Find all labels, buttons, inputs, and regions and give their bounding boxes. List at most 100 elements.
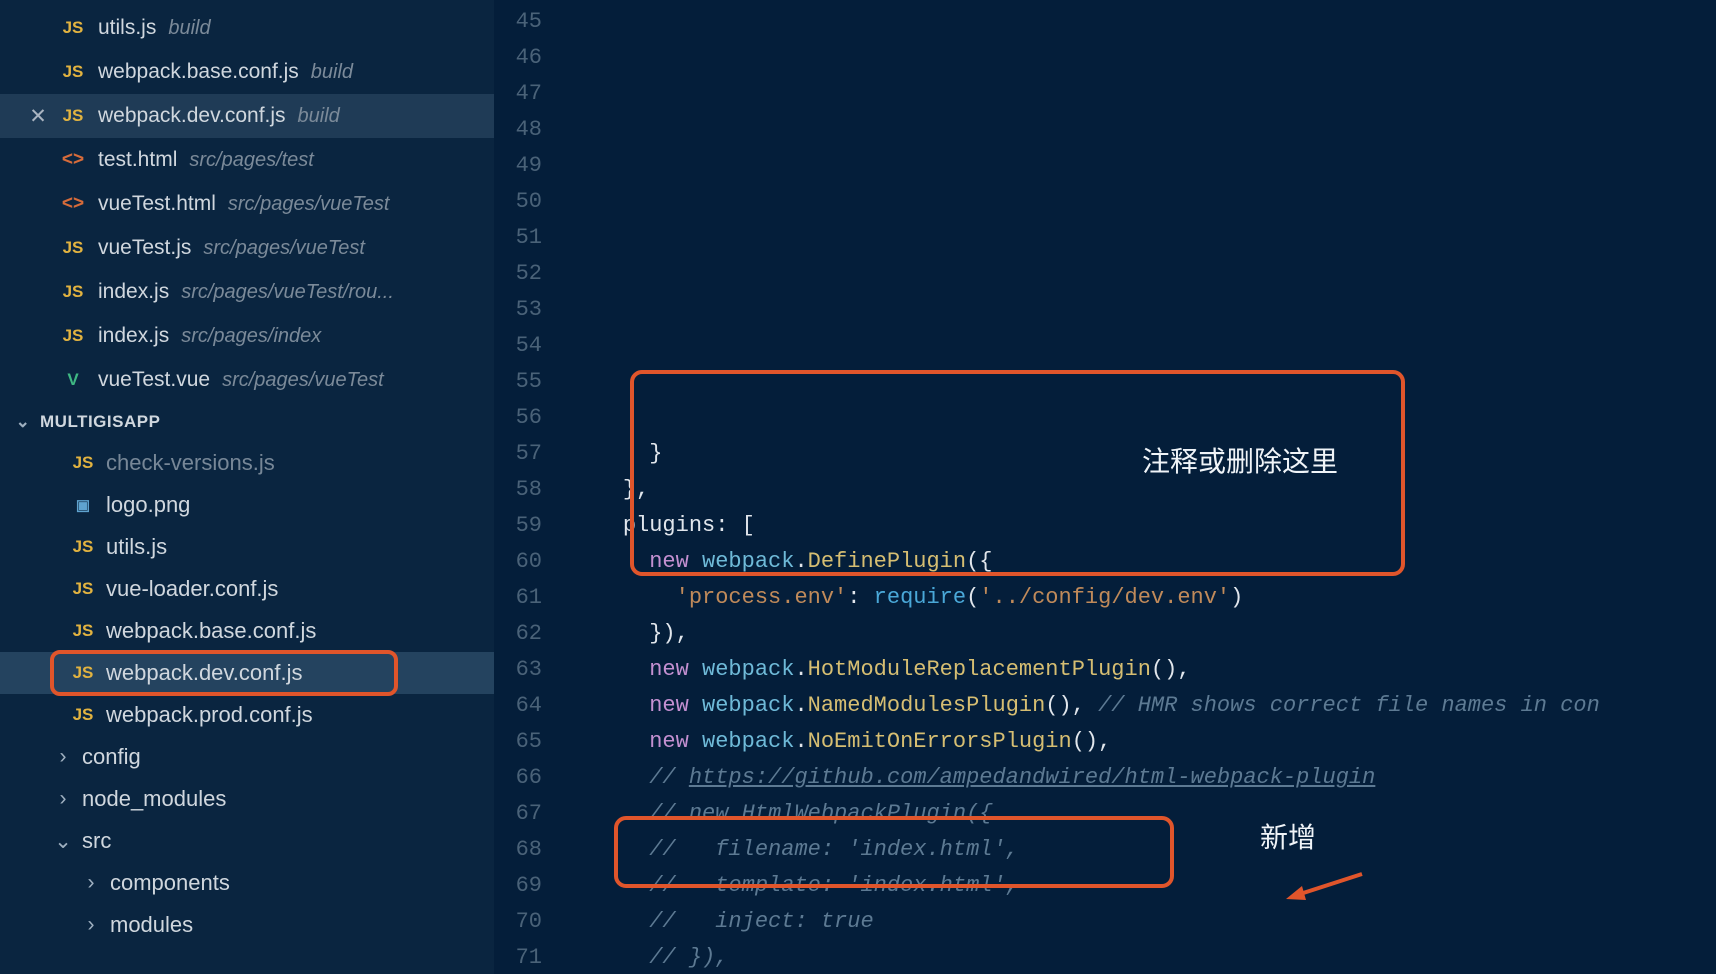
tree-item-label: vue-loader.conf.js (106, 576, 278, 602)
folder-item[interactable]: ›node_modules (0, 778, 494, 820)
code-line[interactable]: // inject: true (570, 904, 1716, 940)
tree-item-label: src (82, 828, 111, 854)
file-path: build (298, 105, 340, 128)
chevron-right-icon: › (82, 913, 100, 937)
folder-item[interactable]: ⌄ src (0, 820, 494, 862)
editor-pane: 4546474849505152535455565758596061626364… (494, 0, 1716, 974)
file-type-icon: JS (60, 326, 86, 346)
file-type-icon: JS (70, 537, 96, 557)
line-number: 46 (494, 40, 570, 76)
line-number: 70 (494, 904, 570, 940)
file-type-icon: <> (60, 149, 86, 171)
file-item[interactable]: JScheck-versions.js (0, 442, 494, 484)
line-number: 58 (494, 472, 570, 508)
code-area[interactable]: 注释或删除这里 新增 } }, plugins: [ new webpack.D… (570, 0, 1716, 974)
file-item[interactable]: JS vue-loader.conf.js (0, 568, 494, 610)
code-line[interactable]: // }), (570, 940, 1716, 974)
code-line[interactable]: // new HtmlWebpackPlugin({ (570, 796, 1716, 832)
open-editor-item[interactable]: JSindex.jssrc/pages/index (0, 314, 494, 358)
code-line[interactable]: new webpack.NamedModulesPlugin(), // HMR… (570, 688, 1716, 724)
line-number: 47 (494, 76, 570, 112)
code-line[interactable]: // template: 'index.html', (570, 868, 1716, 904)
file-name: vueTest.vue (98, 368, 210, 392)
file-tree: JScheck-versions.js▣logo.pngJSutils.jsJS… (0, 442, 494, 946)
project-section-header[interactable]: ⌄ MULTIGISAPP (0, 402, 494, 442)
line-number: 59 (494, 508, 570, 544)
file-path: src/pages/vueTest (228, 193, 390, 216)
open-editor-item[interactable]: JSindex.jssrc/pages/vueTest/rou... (0, 270, 494, 314)
code-line[interactable]: new webpack.NoEmitOnErrorsPlugin(), (570, 724, 1716, 760)
line-number: 61 (494, 580, 570, 616)
file-name: webpack.base.conf.js (98, 60, 299, 84)
folder-item[interactable]: › modules (0, 904, 494, 946)
file-type-icon: <> (60, 193, 86, 215)
annotation-text-add: 新增 (1260, 820, 1316, 856)
file-type-icon: JS (60, 238, 86, 258)
chevron-down-icon: ⌄ (54, 829, 72, 854)
file-item[interactable]: JSutils.js (0, 526, 494, 568)
line-number: 55 (494, 364, 570, 400)
tree-item-label: components (110, 870, 230, 896)
file-name: test.html (98, 148, 177, 172)
open-editor-item[interactable]: ✕ JS webpack.dev.conf.js build (0, 94, 494, 138)
file-item[interactable]: JS webpack.dev.conf.js (0, 652, 494, 694)
file-item[interactable]: JSwebpack.base.conf.js (0, 610, 494, 652)
file-path: src/pages/vueTest (222, 369, 384, 392)
line-number: 57 (494, 436, 570, 472)
tree-item-label: webpack.prod.conf.js (106, 702, 313, 728)
chevron-right-icon: › (82, 871, 100, 895)
open-editor-item[interactable]: JSutils.jsbuild (0, 6, 494, 50)
line-number: 53 (494, 292, 570, 328)
open-editor-item[interactable]: JS vueTest.js src/pages/vueTest (0, 226, 494, 270)
file-type-icon: JS (60, 106, 86, 126)
file-type-icon: JS (70, 453, 96, 473)
file-path: src/pages/vueTest (203, 237, 365, 260)
file-item[interactable]: JSwebpack.prod.conf.js (0, 694, 494, 736)
line-number: 69 (494, 868, 570, 904)
chevron-down-icon: ⌄ (14, 412, 32, 432)
folder-item[interactable]: ›config (0, 736, 494, 778)
line-number: 71 (494, 940, 570, 974)
line-number: 64 (494, 688, 570, 724)
file-type-icon: JS (70, 663, 96, 683)
tree-item-label: modules (110, 912, 193, 938)
file-type-icon: JS (70, 621, 96, 641)
line-number: 56 (494, 400, 570, 436)
code-line[interactable]: new webpack.DefinePlugin({ (570, 544, 1716, 580)
open-editors-group: JSutils.jsbuildJSwebpack.base.conf.jsbui… (0, 0, 494, 402)
line-number: 65 (494, 724, 570, 760)
tree-item-label: node_modules (82, 786, 226, 812)
line-number: 60 (494, 544, 570, 580)
file-type-icon: JS (70, 579, 96, 599)
line-number: 52 (494, 256, 570, 292)
file-path: src/pages/vueTest/rou... (181, 281, 394, 304)
open-editor-item[interactable]: <> test.html src/pages/test (0, 138, 494, 182)
code-line[interactable]: }), (570, 616, 1716, 652)
tree-item-label: logo.png (106, 492, 190, 518)
code-line[interactable]: // filename: 'index.html', (570, 832, 1716, 868)
tree-item-label: webpack.dev.conf.js (106, 660, 302, 686)
open-editor-item[interactable]: <> vueTest.html src/pages/vueTest (0, 182, 494, 226)
file-name: index.js (98, 324, 169, 348)
file-path: src/pages/test (189, 149, 314, 172)
file-type-icon: JS (60, 18, 86, 38)
section-title: MULTIGISAPP (40, 412, 160, 432)
folder-item[interactable]: › components (0, 862, 494, 904)
open-editor-item[interactable]: VvueTest.vuesrc/pages/vueTest (0, 358, 494, 402)
code-line[interactable]: new webpack.HotModuleReplacementPlugin()… (570, 652, 1716, 688)
file-path: build (311, 61, 353, 84)
line-number: 67 (494, 796, 570, 832)
open-editor-item[interactable]: JSwebpack.base.conf.jsbuild (0, 50, 494, 94)
file-name: webpack.dev.conf.js (98, 104, 286, 128)
file-name: vueTest.js (98, 236, 191, 260)
file-item[interactable]: ▣logo.png (0, 484, 494, 526)
app-root: JSutils.jsbuildJSwebpack.base.conf.jsbui… (0, 0, 1716, 974)
code-line[interactable]: 'process.env': require('../config/dev.en… (570, 580, 1716, 616)
sidebar: JSutils.jsbuildJSwebpack.base.conf.jsbui… (0, 0, 494, 974)
code-line[interactable]: // https://github.com/ampedandwired/html… (570, 760, 1716, 796)
code-line[interactable]: plugins: [ (570, 508, 1716, 544)
chevron-right-icon: › (54, 745, 72, 769)
line-number: 66 (494, 760, 570, 796)
file-name: vueTest.html (98, 192, 216, 216)
close-icon[interactable]: ✕ (28, 104, 48, 129)
